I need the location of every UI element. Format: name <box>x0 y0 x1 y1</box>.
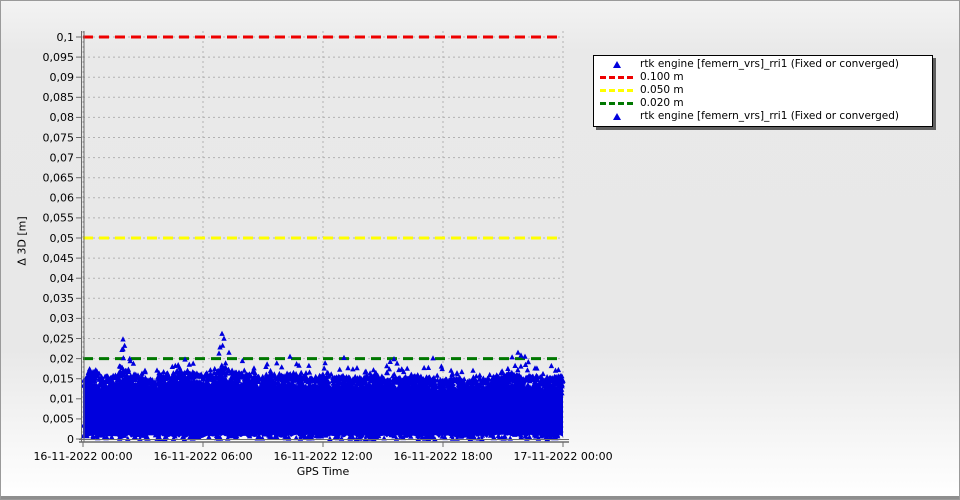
triangle-marker-icon <box>613 61 621 68</box>
legend-item-label: 0.020 m <box>640 97 684 110</box>
dash-line-icon <box>594 102 640 105</box>
svg-text:0,1: 0,1 <box>57 31 75 44</box>
svg-text:0,005: 0,005 <box>43 413 75 426</box>
legend-item-label: 0.050 m <box>640 84 684 97</box>
legend-item: 0.100 m <box>594 71 932 84</box>
y-axis-title: Δ 3D [m] <box>16 216 29 265</box>
legend-item-label: rtk engine [femern_vrs]_rri1 (Fixed or c… <box>640 58 899 71</box>
svg-text:0,065: 0,065 <box>43 172 75 185</box>
legend-item: rtk engine [femern_vrs]_rri1 (Fixed or c… <box>594 110 932 123</box>
legend: rtk engine [femern_vrs]_rri1 (Fixed or c… <box>593 55 933 127</box>
svg-text:0,09: 0,09 <box>50 71 75 84</box>
svg-text:0,04: 0,04 <box>50 272 75 285</box>
dash-line-icon <box>594 76 640 79</box>
svg-text:0,025: 0,025 <box>43 332 75 345</box>
triangle-marker-icon <box>613 113 621 120</box>
svg-text:16-11-2022 00:00: 16-11-2022 00:00 <box>33 450 132 463</box>
svg-text:0,06: 0,06 <box>50 192 75 205</box>
svg-text:17-11-2022 00:00: 17-11-2022 00:00 <box>513 450 612 463</box>
dash-line-icon <box>594 89 640 92</box>
triangle-marker-icon <box>594 61 640 68</box>
svg-text:0,01: 0,01 <box>50 393 75 406</box>
svg-text:0,075: 0,075 <box>43 131 75 144</box>
svg-text:0,08: 0,08 <box>50 111 75 124</box>
x-axis-title: GPS Time <box>297 465 350 478</box>
svg-text:0,015: 0,015 <box>43 373 75 386</box>
legend-item: 0.020 m <box>594 97 932 110</box>
y-axis-ticks: 0 0,005 0,01 0,015 0,02 0,025 0,03 0,035 0,04 0,0… <box>43 31 82 446</box>
triangle-marker-icon <box>594 113 640 120</box>
dash-line-icon <box>600 89 634 92</box>
svg-text:16-11-2022 06:00: 16-11-2022 06:00 <box>153 450 252 463</box>
legend-item: rtk engine [femern_vrs]_rri1 (Fixed or c… <box>594 58 932 71</box>
svg-text:16-11-2022 12:00: 16-11-2022 12:00 <box>273 450 372 463</box>
dash-line-icon <box>600 102 634 105</box>
svg-text:0,035: 0,035 <box>43 292 75 305</box>
svg-text:0,045: 0,045 <box>43 252 75 265</box>
svg-text:0,095: 0,095 <box>43 51 75 64</box>
dash-line-icon <box>600 76 634 79</box>
legend-item-label: rtk engine [femern_vrs]_rri1 (Fixed or c… <box>640 110 899 123</box>
svg-text:16-11-2022 18:00: 16-11-2022 18:00 <box>393 450 492 463</box>
svg-text:0,085: 0,085 <box>43 91 75 104</box>
svg-text:0,03: 0,03 <box>50 312 75 325</box>
window-bottom-border <box>1 496 959 499</box>
svg-text:0,055: 0,055 <box>43 212 75 225</box>
legend-item-label: 0.100 m <box>640 71 684 84</box>
legend-item: 0.050 m <box>594 84 932 97</box>
svg-text:0: 0 <box>67 433 74 446</box>
svg-text:0,02: 0,02 <box>50 352 75 365</box>
svg-text:0,07: 0,07 <box>50 151 75 164</box>
chart-window: 0 0,005 0,01 0,015 0,02 0,025 0,03 0,035 0,04 0,0… <box>0 0 960 500</box>
svg-text:0,05: 0,05 <box>50 232 75 245</box>
x-axis-ticks: 16-11-2022 00:00 16-11-2022 06:00 16-11-20… <box>33 442 612 463</box>
